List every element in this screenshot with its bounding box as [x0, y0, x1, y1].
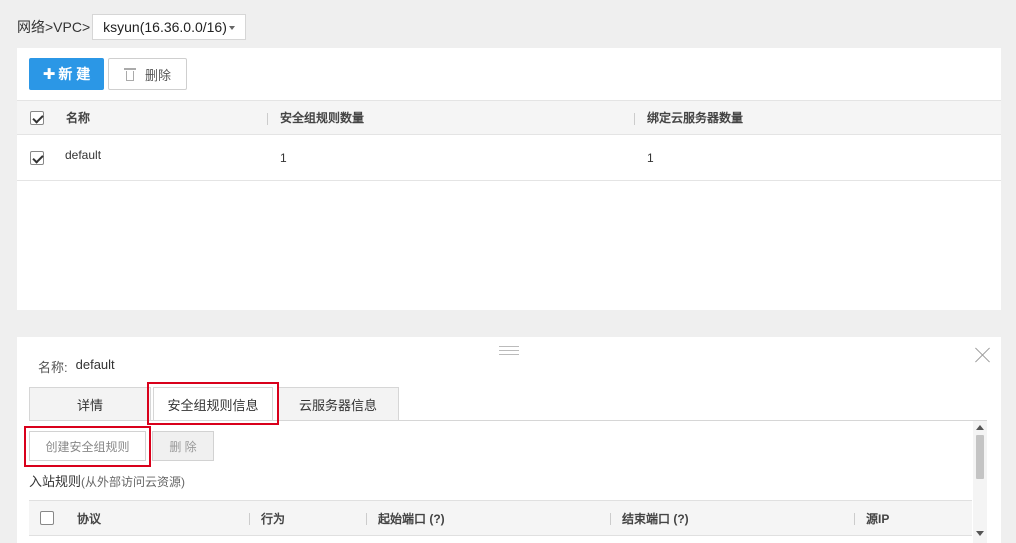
plus-icon: ✚ [42, 66, 56, 83]
tab-details[interactable]: 详情 [29, 387, 151, 421]
scroll-up-icon[interactable] [976, 425, 984, 430]
highlight-box-create [24, 426, 151, 467]
inbound-subtitle: (从外部访问云资源) [81, 475, 186, 489]
cell-server-count: 1 [647, 150, 654, 165]
column-header-end-port[interactable]: 结束端口 (?) [622, 501, 689, 535]
column-header-rule-count[interactable]: 安全组规则数量 [280, 101, 364, 134]
row-checkbox[interactable] [30, 150, 44, 165]
inbound-title: 入站规则 [29, 474, 82, 489]
chevron-down-icon [228, 26, 235, 30]
detail-name-line: 名称: default [38, 357, 115, 376]
security-group-list-panel: ✚ 新 建 删除 名称 安全组规则数量 绑定云服务器数量 default 1 1 [17, 48, 1001, 310]
detail-name-value: default [75, 357, 115, 372]
delete-rule-button[interactable]: 删 除 [152, 431, 214, 461]
trash-icon [123, 67, 136, 81]
highlight-box-tab [147, 382, 279, 425]
column-header-source-ip[interactable]: 源IP [866, 501, 889, 535]
scroll-thumb[interactable] [976, 435, 984, 479]
cell-name: default [65, 148, 102, 162]
column-separator [634, 113, 635, 125]
delete-button-label: 删除 [144, 67, 171, 83]
detail-name-label: 名称: [38, 360, 68, 375]
breadcrumb: 网络>VPC> ksyun(16.36.0.0/16) [17, 14, 246, 40]
table-row[interactable]: default 1 1 [17, 135, 1001, 181]
delete-button[interactable]: 删除 [108, 58, 187, 90]
vpc-select-value: ksyun(16.36.0.0/16) [103, 19, 227, 35]
close-icon[interactable] [975, 347, 991, 363]
row-checkbox-cell [30, 135, 44, 180]
toolbar: ✚ 新 建 删除 [17, 48, 1001, 100]
rules-select-all-checkbox[interactable] [40, 511, 54, 525]
column-header-start-port[interactable]: 起始端口 (?) [378, 501, 445, 535]
select-all-checkbox[interactable] [30, 110, 44, 125]
detail-panel: 名称: default 详情 安全组规则信息 云服务器信息 创建安全组规则 删 … [17, 337, 1001, 543]
column-header-protocol[interactable]: 协议 [77, 501, 101, 535]
column-separator [267, 113, 268, 125]
new-button[interactable]: ✚ 新 建 [29, 58, 104, 90]
select-all-checkbox-cell [30, 101, 44, 134]
column-separator [854, 513, 855, 525]
vertical-scrollbar[interactable] [973, 421, 987, 543]
tab-server-info[interactable]: 云服务器信息 [277, 387, 399, 421]
breadcrumb-path: 网络>VPC> [17, 19, 91, 35]
table-header: 名称 安全组规则数量 绑定云服务器数量 [17, 100, 1001, 135]
drag-handle-icon[interactable] [499, 346, 519, 356]
scroll-down-icon[interactable] [976, 531, 984, 536]
column-separator [610, 513, 611, 525]
vpc-select[interactable]: ksyun(16.36.0.0/16) [92, 14, 246, 40]
column-header-server-count[interactable]: 绑定云服务器数量 [647, 101, 743, 134]
cell-rule-count: 1 [280, 150, 287, 165]
column-separator [249, 513, 250, 525]
new-button-label: 新 建 [58, 66, 91, 82]
rules-select-all-cell [40, 501, 54, 535]
rules-table-header: 协议 行为 起始端口 (?) 结束端口 (?) 源IP [29, 500, 972, 536]
column-header-action[interactable]: 行为 [261, 501, 285, 535]
column-header-name[interactable]: 名称 [66, 101, 90, 134]
inbound-rules-title: 入站规则(从外部访问云资源) [29, 471, 185, 490]
column-separator [366, 513, 367, 525]
